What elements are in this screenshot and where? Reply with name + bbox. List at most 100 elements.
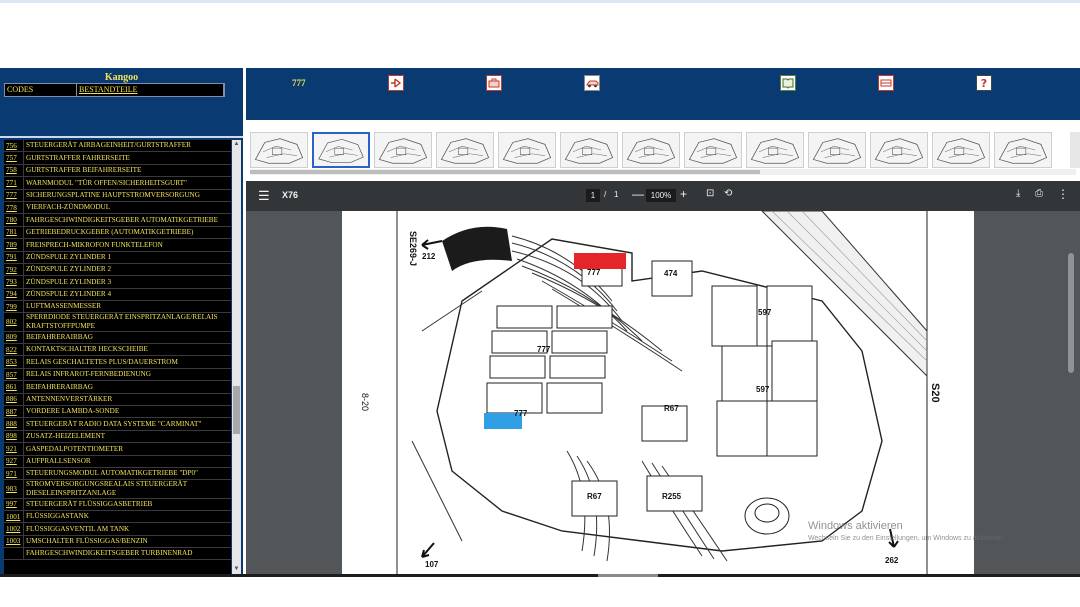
list-item-code[interactable]: 778 — [4, 201, 24, 214]
bottom-scrollbar-thumb[interactable] — [598, 574, 658, 577]
list-item-code[interactable]: 997 — [4, 498, 24, 510]
print-icon[interactable]: ⎙ — [1035, 188, 1043, 199]
tab-codes[interactable]: CODES — [5, 84, 77, 96]
diagram-thumbnail[interactable] — [312, 132, 370, 168]
list-item-code[interactable]: 802 — [4, 313, 24, 331]
list-item[interactable]: 857 RELAIS INFRAROT-FERNBEDIENUNG — [4, 368, 231, 382]
list-item-code[interactable]: 756 — [4, 140, 24, 152]
diagram-thumbnail[interactable] — [808, 132, 866, 168]
list-item[interactable]: 794 ZÜNDSPULE ZYLINDER 4 — [4, 288, 231, 302]
toolbox-icon[interactable] — [486, 75, 502, 91]
list-item-code[interactable]: 781 — [4, 226, 24, 239]
list-item[interactable]: 983 STROMVERSORGUNGSREALAIS STEUERGERÄT D… — [4, 480, 231, 499]
list-item-code[interactable]: 888 — [4, 418, 24, 430]
list-item[interactable]: 758 GURTSTRAFFER BEIFAHRERSEITE — [4, 164, 231, 178]
list-item-code[interactable]: 971 — [4, 467, 24, 480]
list-item-code[interactable]: 791 — [4, 251, 24, 263]
scrollbar-thumb[interactable] — [233, 386, 240, 434]
list-item-code[interactable]: 1002 — [4, 523, 24, 535]
diagram-thumbnail[interactable] — [250, 132, 308, 168]
list-item-code[interactable]: 792 — [4, 263, 24, 276]
list-item-code[interactable]: 794 — [4, 288, 24, 301]
help-icon[interactable]: ? — [976, 75, 992, 91]
list-item-code[interactable] — [4, 548, 24, 560]
tab-components[interactable]: BESTANDTEILE — [77, 84, 224, 96]
zoom-out-icon[interactable]: — — [632, 187, 644, 201]
diagram-thumbnail[interactable] — [994, 132, 1052, 168]
connector-icon[interactable] — [388, 75, 404, 91]
list-item[interactable]: 1003 UMSCHALTER FLÜSSIGGAS/BENZIN — [4, 535, 231, 549]
list-item[interactable]: 921 GASPEDALPOTENTIOMETER — [4, 443, 231, 456]
rotate-icon[interactable]: ⟲ — [724, 188, 732, 199]
list-item[interactable]: 822 KONTAKTSCHALTER HECKSCHEIBE — [4, 344, 231, 357]
list-item-code[interactable]: 887 — [4, 406, 24, 418]
list-item[interactable]: 861 BEIFAHRERAIRBAG — [4, 381, 231, 394]
list-item[interactable]: 791 ZÜNDSPULE ZYLINDER 1 — [4, 251, 231, 264]
scroll-down-icon[interactable]: ▼ — [233, 565, 240, 574]
list-item-code[interactable]: 793 — [4, 276, 24, 288]
component-list-scrollbar[interactable]: ▲ ▼ — [232, 140, 241, 574]
list-item-code[interactable]: 983 — [4, 480, 24, 498]
list-item-code[interactable]: 1001 — [4, 510, 24, 523]
list-item-code[interactable]: 857 — [4, 368, 24, 381]
list-item[interactable]: FAHRGESCHWINDIGKEITSGEBER TURBINENRAD — [4, 548, 231, 561]
list-item-code[interactable]: 921 — [4, 443, 24, 455]
list-item-code[interactable]: 758 — [4, 164, 24, 177]
list-item[interactable]: 971 STEUERUNGSMODUL AUTOMATIKGETRIEBE "DP… — [4, 467, 231, 481]
list-item[interactable]: 887 VORDERE LAMBDA-SONDE — [4, 406, 231, 419]
list-item[interactable]: 997 STEUERGERÄT FLÜSSIGGASBETRIEB — [4, 498, 231, 511]
list-item[interactable]: 1002 FLÜSSIGGASVENTIL AM TANK — [4, 523, 231, 536]
list-item-code[interactable]: 886 — [4, 393, 24, 405]
more-options-icon[interactable]: ⋮ — [1057, 187, 1069, 201]
book-icon[interactable] — [780, 75, 796, 91]
list-item[interactable]: 756 STEUERGERÄT AIRBAGEINHEIT/GURTSTRAFFE… — [4, 140, 231, 153]
list-item[interactable]: 886 ANTENNENVERSTÄRKER — [4, 393, 231, 406]
list-item[interactable]: 792 ZÜNDSPULE ZYLINDER 2 — [4, 263, 231, 277]
list-item[interactable]: 777 SICHERUNGSPLATINE HAUPTSTROMVERSORGUN… — [4, 189, 231, 202]
list-item-code[interactable]: 777 — [4, 189, 24, 201]
diagram-thumbnail[interactable] — [746, 132, 804, 168]
list-item-code[interactable]: 780 — [4, 214, 24, 226]
list-item[interactable]: 789 FREISPRECH-MIKROFON FUNKTELEFON — [4, 239, 231, 252]
scroll-up-icon[interactable]: ▲ — [233, 140, 240, 149]
list-item[interactable]: 888 STEUERGERÄT RADIO DATA SYSTEME "CARMI… — [4, 418, 231, 431]
list-item-code[interactable]: 927 — [4, 455, 24, 467]
diagram-thumbnail[interactable] — [498, 132, 556, 168]
list-item-code[interactable]: 853 — [4, 356, 24, 368]
list-item[interactable]: 778 VIERFACH-ZÜNDMODUL — [4, 201, 231, 215]
list-item[interactable]: 853 RELAIS GESCHALTETES PLUS/DAUERSTROM — [4, 356, 231, 369]
list-item-code[interactable]: 1003 — [4, 535, 24, 548]
list-item[interactable]: 809 BEIFAHRERAIRBAG — [4, 331, 231, 345]
diagram-thumbnail[interactable] — [374, 132, 432, 168]
list-item[interactable]: 1001 FLÜSSIGGASTANK — [4, 510, 231, 524]
list-item-code[interactable]: 789 — [4, 239, 24, 251]
list-item[interactable]: 802 SPERRDIODE STEUERGERÄT EINSPRITZANLAG… — [4, 313, 231, 332]
diagram-thumbnail[interactable] — [684, 132, 742, 168]
list-item[interactable]: 771 WARNMODUL "TÜR OFFEN/SICHERHEITSGURT" — [4, 177, 231, 190]
zoom-level-input[interactable]: 100% — [646, 189, 676, 202]
thumbnail-scroll-right[interactable] — [1070, 132, 1080, 168]
list-item-code[interactable]: 898 — [4, 430, 24, 443]
thumbnail-scrollbar[interactable] — [250, 169, 1076, 175]
list-item[interactable]: 898 ZUSATZ-HEIZELEMENT — [4, 430, 231, 444]
list-item-code[interactable]: 809 — [4, 331, 24, 344]
list-item-code[interactable]: 771 — [4, 177, 24, 189]
list-item-code[interactable]: 757 — [4, 152, 24, 164]
list-item[interactable]: 780 FAHRGESCHWINDIGKEITSGEBER AUTOMATIKGE… — [4, 214, 231, 227]
fuse-box-icon[interactable] — [878, 75, 894, 91]
diagram-thumbnail[interactable] — [870, 132, 928, 168]
car-icon[interactable] — [584, 75, 600, 91]
list-item[interactable]: 799 LUFTMASSENMESSER — [4, 301, 231, 314]
fit-page-icon[interactable]: ⊡ — [706, 188, 714, 199]
zoom-in-icon[interactable]: + — [680, 187, 687, 201]
list-item[interactable]: 927 AUFPRALLSENSOR — [4, 455, 231, 468]
thumbnail-scrollbar-thumb[interactable] — [250, 170, 760, 174]
pdf-scrollbar-thumb[interactable] — [1068, 253, 1074, 373]
list-item[interactable]: 757 GURTSTRAFFER FAHRERSEITE — [4, 152, 231, 165]
diagram-thumbnail[interactable] — [560, 132, 618, 168]
page-number-input[interactable]: 1 — [586, 189, 600, 202]
menu-icon[interactable]: ☰ — [258, 189, 270, 202]
list-item-code[interactable]: 799 — [4, 301, 24, 313]
list-item-code[interactable]: 861 — [4, 381, 24, 393]
list-item-code[interactable]: 822 — [4, 344, 24, 356]
